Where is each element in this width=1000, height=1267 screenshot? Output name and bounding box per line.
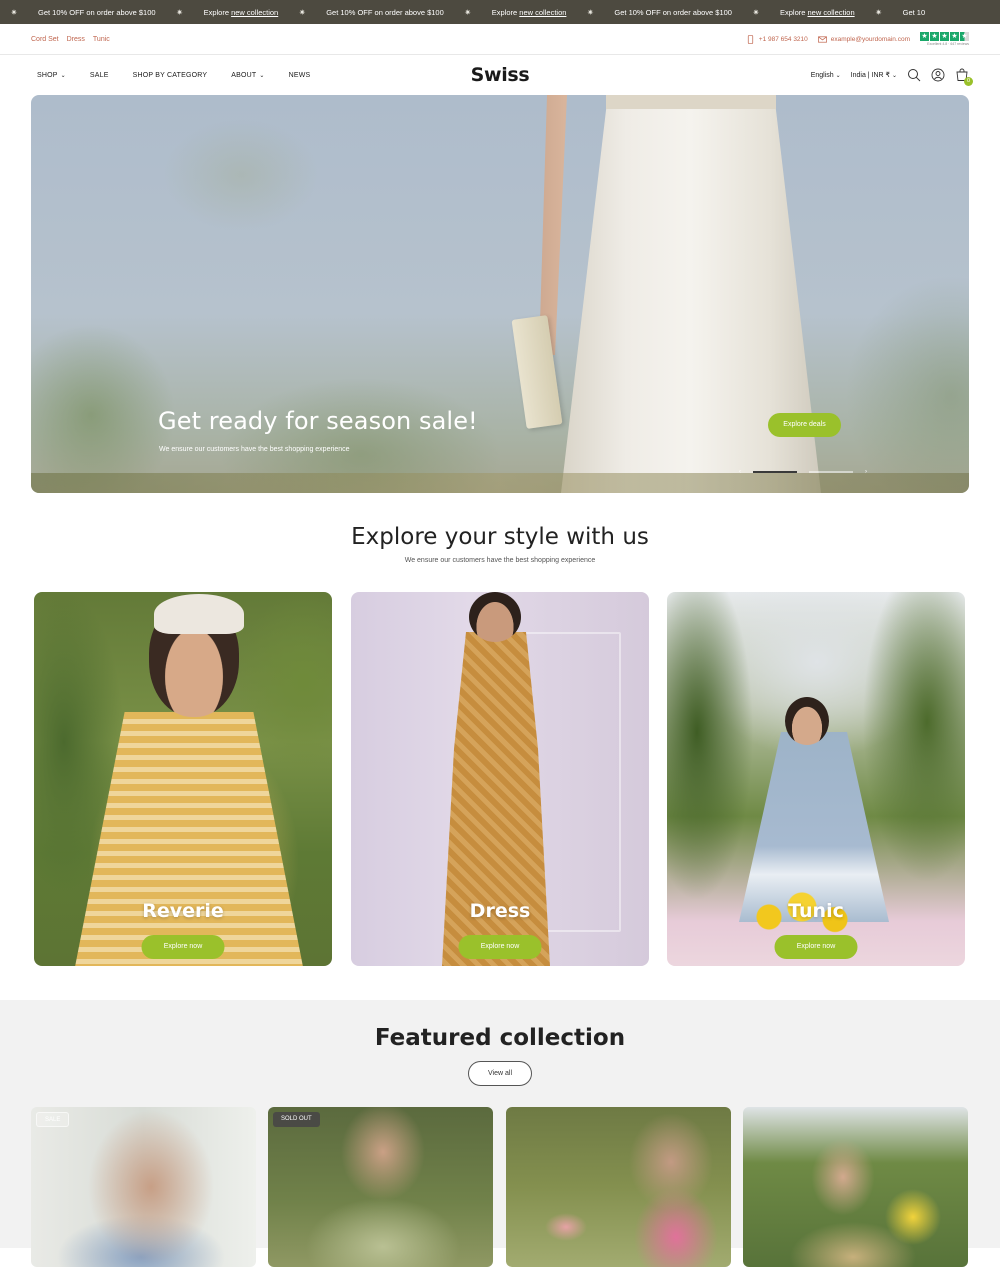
announcement-text: Explore new collection <box>779 7 855 17</box>
cart-count-badge: 0 <box>964 77 973 86</box>
rating-stars: ★ ★ ★ ★ ★ <box>920 32 969 41</box>
new-collection-link[interactable]: new collection <box>808 8 855 17</box>
explore-now-button[interactable]: Explore now <box>774 935 858 959</box>
category-image-model <box>469 592 521 642</box>
sparkle-icon: ✷ <box>752 7 760 17</box>
star-icon: ★ <box>940 32 949 41</box>
currency-selector[interactable]: India | INR ₹ ⌄ <box>851 71 897 79</box>
hero-image-foliage <box>31 473 969 493</box>
hero-title: Get ready for season sale! <box>158 407 478 435</box>
next-slide-icon[interactable]: › <box>865 469 867 475</box>
announcement-text: Get 10% OFF on order above $100 <box>38 7 156 17</box>
quick-link-tunic[interactable]: Tunic <box>93 36 110 43</box>
category-image <box>74 712 304 966</box>
star-icon: ★ <box>930 32 939 41</box>
slide-dot-2[interactable] <box>809 471 853 473</box>
account-icon[interactable] <box>931 68 945 82</box>
nav-menu: SHOP ⌄ SALE SHOP BY CATEGORY ABOUT ⌄ NEWS <box>37 72 310 79</box>
announcement-text: Explore new collection <box>491 7 567 17</box>
announcement-text: Explore new collection <box>203 7 279 17</box>
nav-item-news[interactable]: NEWS <box>289 72 311 79</box>
nav-item-about[interactable]: ABOUT ⌄ <box>231 72 264 79</box>
sold-out-badge: SOLD OUT <box>273 1112 320 1127</box>
explore-deals-button[interactable]: Explore deals <box>768 413 841 437</box>
slide-indicator: ‹ › <box>739 469 867 475</box>
product-card[interactable] <box>743 1107 968 1267</box>
hero-subtitle: We ensure our customers have the best sh… <box>159 446 350 453</box>
announcement-bar: ✷ Get 10% OFF on order above $100 ✷ Explor… <box>0 0 1000 24</box>
star-half-icon: ★ <box>960 32 969 41</box>
phone-link[interactable]: +1 987 654 3210 <box>746 34 808 44</box>
chevron-down-icon: ⌄ <box>891 73 897 79</box>
sparkle-icon: ✷ <box>10 7 18 17</box>
nav-tools: English ⌄ India | INR ₹ ⌄ 0 <box>811 68 973 86</box>
hero-image-waist <box>606 95 776 109</box>
category-card-dress[interactable]: Dress Explore now <box>351 592 649 966</box>
new-collection-link[interactable]: new collection <box>519 8 566 17</box>
quick-links: Cord Set Dress Tunic <box>31 36 110 43</box>
chevron-down-icon: ⌄ <box>60 72 66 79</box>
prev-slide-icon[interactable]: ‹ <box>739 469 741 475</box>
explore-now-button[interactable]: Explore now <box>458 935 542 959</box>
quick-link-cord-set[interactable]: Cord Set <box>31 36 59 43</box>
category-image-scarf <box>154 594 244 634</box>
trustpilot-rating[interactable]: ★ ★ ★ ★ ★ Excellent 4.8 · 647 reviews <box>920 32 969 46</box>
email-address: example@yourdomain.com <box>830 35 910 43</box>
product-card[interactable] <box>506 1107 731 1267</box>
rating-caption: Excellent 4.8 · 647 reviews <box>927 42 969 46</box>
sparkle-icon: ✷ <box>298 7 306 17</box>
product-card[interactable]: SOLD OUT <box>268 1107 493 1267</box>
explore-now-button[interactable]: Explore now <box>141 935 225 959</box>
cart-icon[interactable]: 0 <box>955 68 973 86</box>
product-card[interactable]: SALE <box>31 1107 256 1267</box>
nav-item-shop-by-category[interactable]: SHOP BY CATEGORY <box>133 72 208 79</box>
quick-link-dress[interactable]: Dress <box>67 36 85 43</box>
chevron-down-icon: ⌄ <box>259 72 265 79</box>
chevron-down-icon: ⌄ <box>835 72 841 79</box>
star-icon: ★ <box>950 32 959 41</box>
utility-bar: Cord Set Dress Tunic +1 987 654 3210 exa… <box>0 24 1000 55</box>
language-selector[interactable]: English ⌄ <box>811 72 841 79</box>
category-card-tunic[interactable]: Tunic Explore now <box>667 592 965 966</box>
slide-dot-1[interactable] <box>753 471 797 473</box>
category-name: Reverie <box>142 900 224 922</box>
sparkle-icon: ✷ <box>875 7 882 17</box>
new-collection-link[interactable]: new collection <box>231 8 278 17</box>
announcement-text: Get 10% OFF on order above $100 <box>614 7 732 17</box>
search-icon[interactable] <box>907 68 921 82</box>
site-logo[interactable]: Swiss <box>471 64 530 86</box>
explore-section-title: Explore your style with us <box>351 524 649 550</box>
featured-section-title: Featured collection <box>374 1025 626 1051</box>
mail-icon <box>817 35 827 43</box>
sparkle-icon: ✷ <box>176 7 183 17</box>
hero-banner: Get ready for season sale! We ensure our… <box>31 95 969 493</box>
star-icon: ★ <box>920 32 929 41</box>
phone-number: +1 987 654 3210 <box>758 35 808 43</box>
explore-section-subtitle: We ensure our customers have the best sh… <box>404 557 596 564</box>
sale-badge: SALE <box>36 1112 70 1127</box>
category-card-reverie[interactable]: Reverie Explore now <box>34 592 332 966</box>
nav-item-shop[interactable]: SHOP ⌄ <box>37 72 66 79</box>
category-image-model <box>785 697 829 745</box>
main-nav: SHOP ⌄ SALE SHOP BY CATEGORY ABOUT ⌄ NEWS … <box>0 55 1000 95</box>
email-link[interactable]: example@yourdomain.com <box>817 35 910 44</box>
nav-item-sale[interactable]: SALE <box>90 72 109 79</box>
announcement-text: Get 10% OFF on order above $100 <box>326 7 444 17</box>
category-name: Dress <box>469 900 531 922</box>
category-name: Tunic <box>788 900 844 922</box>
view-all-button[interactable]: View all <box>468 1061 532 1086</box>
announcement-text: Get 10 <box>902 7 926 17</box>
sparkle-icon: ✷ <box>464 7 472 17</box>
phone-icon <box>747 34 753 44</box>
sparkle-icon: ✷ <box>587 7 594 17</box>
